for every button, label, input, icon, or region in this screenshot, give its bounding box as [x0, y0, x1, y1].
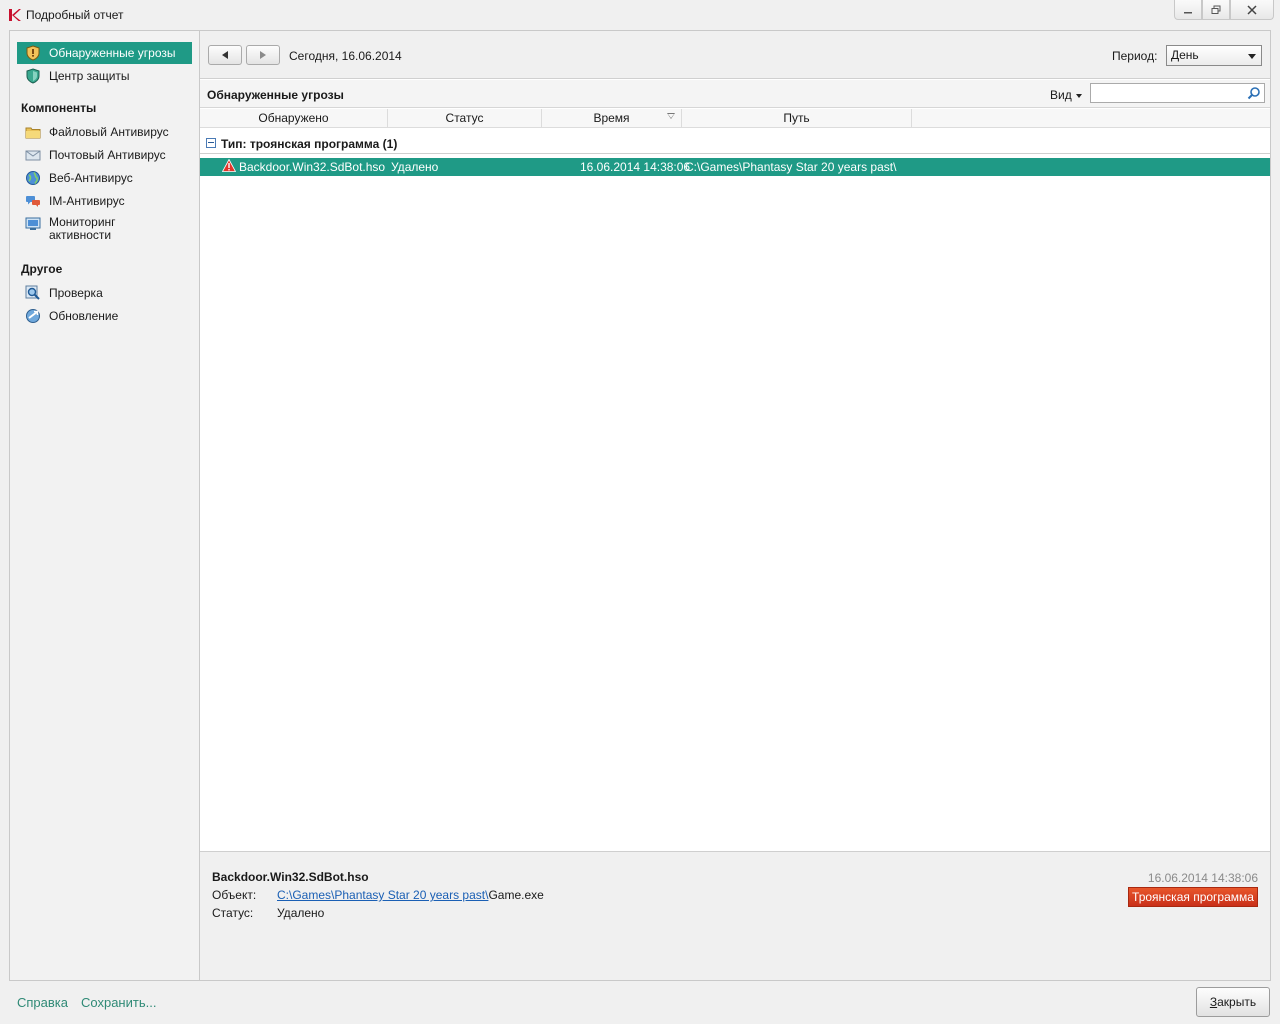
cell-time: 16.06.2014 14:38:06 — [580, 160, 691, 174]
close-window-button[interactable] — [1230, 0, 1274, 20]
group-row[interactable]: Тип: троянская программа (1) — [200, 132, 1270, 154]
cell-status: Удалено — [391, 160, 439, 174]
report-frame: Обнаруженные угрозы Центр защиты Компоне… — [9, 30, 1271, 981]
sidebar-item-label: Обнаруженные угрозы — [49, 45, 176, 60]
update-icon — [26, 309, 40, 323]
shield-warning-icon — [26, 45, 40, 61]
detail-status-value: Удалено — [277, 906, 325, 920]
detail-threat-name: Backdoor.Win32.SdBot.hso — [212, 870, 369, 884]
sidebar-item-label: Почтовый Антивирус — [49, 147, 166, 162]
close-icon — [1247, 4, 1257, 15]
search-icon[interactable] — [1247, 86, 1261, 100]
toolbar: Сегодня, 16.06.2014 Период: День — [200, 31, 1270, 79]
warning-triangle-icon — [222, 159, 236, 172]
minimize-icon — [1184, 11, 1192, 13]
footer: Справка Сохранить... Закрыть — [0, 981, 1280, 1024]
threat-type-badge: Троянская программа — [1128, 887, 1258, 907]
view-menu-button[interactable]: Вид — [1050, 88, 1082, 102]
close-label: акрыть — [1217, 995, 1257, 1009]
help-link[interactable]: Справка — [17, 995, 68, 1010]
column-header-time[interactable]: Время — [542, 109, 682, 128]
list-header: Обнаруженные угрозы Вид — [200, 80, 1270, 108]
chat-bubbles-icon — [26, 196, 40, 207]
view-menu-label: Вид — [1050, 88, 1072, 102]
sidebar-item-web-antivirus[interactable]: Веб-Антивирус — [17, 167, 192, 189]
forward-button[interactable] — [246, 45, 280, 65]
title-bar: Подробный отчет — [0, 0, 1280, 30]
chevron-down-icon — [1075, 93, 1082, 98]
globe-icon — [26, 171, 40, 185]
restore-icon — [1211, 5, 1221, 14]
sidebar-item-label: Файловый Антивирус — [49, 124, 169, 139]
arrow-right-icon — [260, 51, 266, 59]
scan-magnifier-icon — [25, 285, 40, 300]
arrow-left-icon — [222, 51, 228, 59]
sidebar-item-detected-threats[interactable]: Обнаруженные угрозы — [17, 42, 192, 64]
column-header-detected[interactable]: Обнаружено — [200, 109, 388, 128]
sidebar-item-update[interactable]: Обновление — [17, 305, 192, 327]
sort-descending-icon — [667, 113, 675, 119]
sidebar-item-protection-center[interactable]: Центр защиты — [17, 65, 192, 87]
collapse-icon[interactable] — [206, 138, 216, 148]
detail-object-path-link[interactable]: C:\Games\Phantasy Star 20 years past\ — [277, 888, 488, 902]
envelope-icon — [25, 150, 41, 161]
detail-time: 16.06.2014 14:38:06 — [1147, 871, 1258, 885]
monitor-icon — [25, 217, 41, 230]
sidebar-item-label: Центр защиты — [49, 68, 130, 83]
section-header-components: Компоненты — [21, 101, 97, 115]
detail-object-label: Объект: — [212, 888, 257, 902]
table-row[interactable]: Backdoor.Win32.SdBot.hso Удалено 16.06.2… — [200, 158, 1270, 176]
detail-object-value: C:\Games\Phantasy Star 20 years past\Gam… — [277, 888, 544, 902]
window-title: Подробный отчет — [26, 8, 124, 22]
sidebar: Обнаруженные угрозы Центр защиты Компоне… — [10, 31, 200, 980]
sidebar-item-file-antivirus[interactable]: Файловый Антивирус — [17, 121, 192, 143]
list-title: Обнаруженные угрозы — [207, 88, 344, 102]
detail-object-file: Game.exe — [488, 888, 544, 902]
sidebar-item-label: Мониторинг активности — [49, 215, 116, 242]
column-header-row: Обнаружено Статус Время Путь — [200, 109, 1270, 128]
main-panel: Сегодня, 16.06.2014 Период: День Обнаруж… — [200, 31, 1270, 980]
sidebar-item-scan[interactable]: Проверка — [17, 282, 192, 304]
detail-status-label: Статус: — [212, 906, 254, 920]
folder-icon — [25, 127, 41, 139]
sidebar-item-label: Проверка — [49, 285, 103, 300]
sidebar-item-label: Веб-Антивирус — [49, 170, 133, 185]
current-date: Сегодня, 16.06.2014 — [289, 49, 402, 63]
column-header-time-label: Время — [593, 111, 630, 125]
restore-button[interactable] — [1202, 0, 1230, 20]
sidebar-item-label: Обновление — [49, 308, 119, 323]
back-button[interactable] — [208, 45, 242, 65]
sidebar-item-mail-antivirus[interactable]: Почтовый Антивирус — [17, 144, 192, 166]
sidebar-item-label: IM-Антивирус — [49, 193, 125, 208]
period-select-value: День — [1171, 48, 1199, 62]
period-select[interactable]: День — [1166, 45, 1262, 66]
sidebar-item-activity-monitor[interactable]: Мониторинг активности — [17, 214, 192, 246]
column-header-status[interactable]: Статус — [388, 109, 542, 128]
details-panel: Backdoor.Win32.SdBot.hso Объект: C:\Game… — [200, 851, 1270, 980]
column-header-path[interactable]: Путь — [682, 109, 912, 128]
period-label: Период: — [1112, 49, 1158, 63]
chevron-down-icon — [1248, 54, 1256, 59]
sidebar-item-im-antivirus[interactable]: IM-Антивирус — [17, 190, 192, 212]
kaspersky-logo-icon — [9, 9, 21, 21]
shield-icon — [26, 68, 40, 84]
search-field[interactable] — [1090, 83, 1265, 103]
search-input[interactable] — [1091, 84, 1241, 102]
cell-path: C:\Games\Phantasy Star 20 years past\ — [685, 160, 897, 174]
section-header-other: Другое — [21, 262, 63, 276]
cell-detected: Backdoor.Win32.SdBot.hso — [239, 160, 386, 174]
save-link[interactable]: Сохранить... — [81, 995, 156, 1010]
minimize-button[interactable] — [1174, 0, 1202, 20]
close-button[interactable]: Закрыть — [1196, 987, 1270, 1017]
group-label: Тип: троянская программа (1) — [221, 137, 398, 151]
